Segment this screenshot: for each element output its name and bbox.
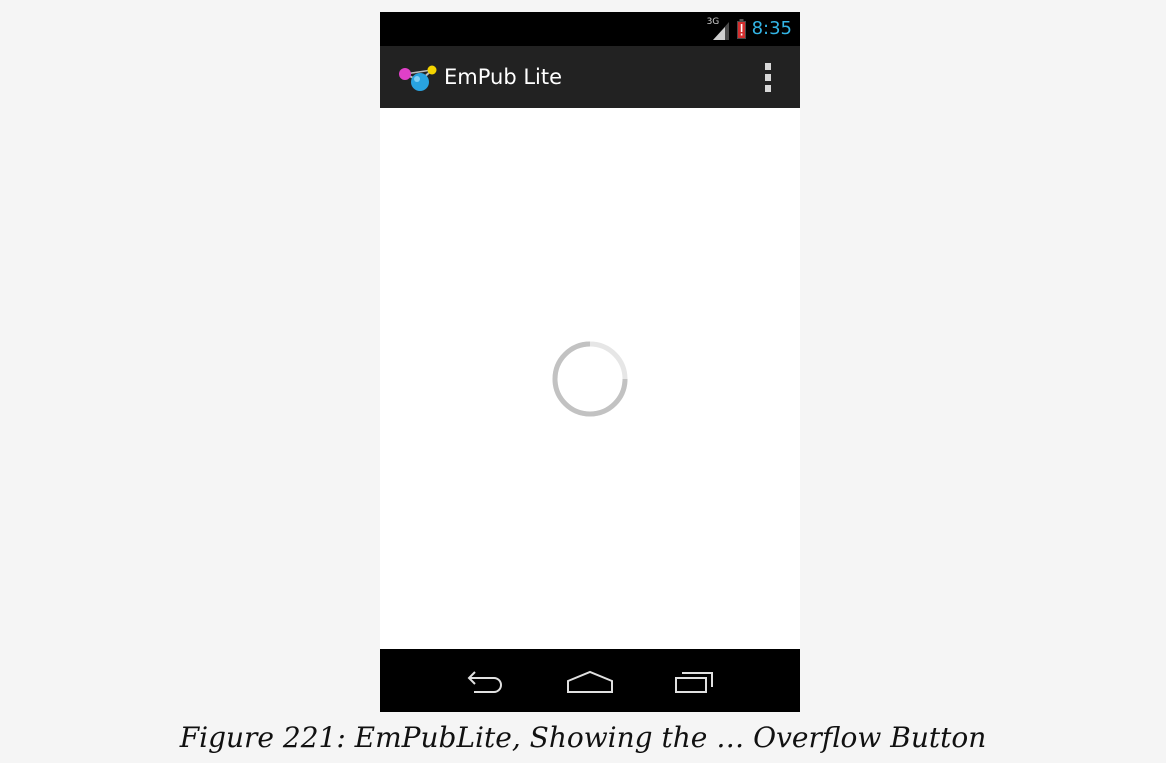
home-icon [567,670,613,693]
progress-spinner-icon [552,341,628,417]
network-type: 3G [706,17,720,27]
back-icon [467,671,502,693]
recent-apps-icon [675,672,713,693]
status-clock: 8:35 [751,18,792,39]
content-area [380,108,800,649]
overflow-menu-button[interactable] [758,60,778,94]
phone-screen: 3G 8:35 EmPub Lite [380,12,800,712]
app-title: EmPub Lite [444,65,563,89]
back-button[interactable] [460,667,514,697]
navigation-bar [380,649,800,712]
overflow-dot [765,62,771,70]
action-bar: EmPub Lite [380,46,800,108]
home-button[interactable] [563,667,617,697]
empub-logo-icon[interactable] [396,64,438,92]
figure-caption: Figure 221: EmPubLite, Showing the … Ove… [179,721,987,754]
recent-apps-button[interactable] [667,667,721,697]
signal-icon: 3G [706,17,731,40]
status-bar: 3G 8:35 [380,12,800,46]
overflow-dot [765,84,771,92]
overflow-dot [765,73,771,81]
battery-low-icon [736,19,746,39]
status-icons: 3G 8:35 [707,12,792,46]
